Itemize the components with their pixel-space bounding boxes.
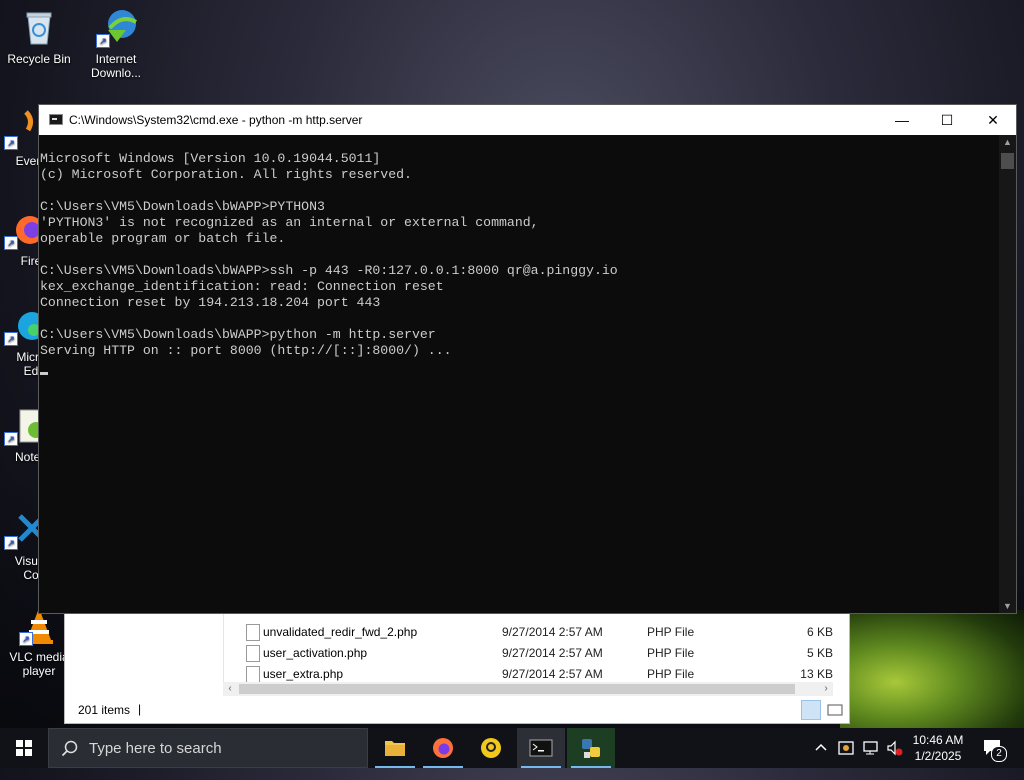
file-type: PHP File bbox=[647, 667, 695, 681]
search-placeholder: Type here to search bbox=[89, 740, 222, 757]
taskbar-app-3[interactable] bbox=[467, 728, 515, 768]
file-type: PHP File bbox=[647, 625, 695, 639]
command-prompt-window[interactable]: C:\Windows\System32\cmd.exe - python -m … bbox=[38, 104, 1017, 614]
file-date: 9/27/2014 2:57 AM bbox=[502, 646, 603, 660]
close-button[interactable]: ✕ bbox=[970, 105, 1016, 135]
file-size: 5 KB bbox=[806, 646, 833, 660]
window-title: C:\Windows\System32\cmd.exe - python -m … bbox=[69, 113, 363, 127]
explorer-navigation-pane[interactable] bbox=[65, 613, 224, 695]
yellow-app-icon bbox=[481, 738, 501, 758]
taskbar-clock[interactable]: 10:46 AM 1/2/2025 bbox=[900, 732, 976, 764]
minimize-button[interactable]: — bbox=[879, 105, 925, 135]
firefox-icon bbox=[433, 738, 453, 758]
scrollbar-thumb[interactable] bbox=[1001, 153, 1014, 169]
file-name: unvalidated_redir_fwd_2.php bbox=[263, 625, 418, 639]
cmd-app-icon bbox=[49, 114, 63, 125]
maximize-button[interactable]: ☐ bbox=[924, 105, 970, 135]
text-cursor bbox=[40, 372, 48, 375]
console-line: Microsoft Windows [Version 10.0.19044.50… bbox=[40, 151, 381, 166]
console-line: Serving HTTP on :: port 8000 (http://[::… bbox=[40, 343, 452, 358]
shortcut-arrow-icon: ↗ bbox=[19, 632, 33, 646]
command-prompt-icon bbox=[529, 739, 553, 757]
file-type: PHP File bbox=[647, 646, 695, 660]
shortcut-arrow-icon: ↗ bbox=[4, 332, 18, 346]
scroll-up-icon[interactable]: ▲ bbox=[999, 137, 1016, 147]
console-line: C:\Users\VM5\Downloads\bWAPP>PYTHON3 bbox=[40, 199, 325, 214]
taskbar-search-box[interactable]: Type here to search bbox=[48, 728, 368, 768]
recycle-bin-icon bbox=[19, 8, 59, 48]
desktop-icon-internet-download-manager[interactable]: ↗ Internet Downlo... bbox=[78, 8, 154, 80]
scroll-left-icon[interactable]: ‹ bbox=[223, 682, 237, 696]
network-icon[interactable] bbox=[862, 739, 880, 779]
shortcut-arrow-icon: ↗ bbox=[4, 432, 18, 446]
console-line: kex_exchange_identification: read: Conne… bbox=[40, 279, 444, 294]
status-separator: | bbox=[138, 702, 142, 716]
file-size: 13 KB bbox=[800, 667, 833, 681]
wallpaper-green-tent bbox=[840, 610, 1024, 730]
internet-download-manager-icon: ↗ bbox=[96, 8, 137, 48]
search-icon bbox=[61, 740, 78, 757]
console-line: C:\Users\VM5\Downloads\bWAPP>python -m h… bbox=[40, 327, 436, 342]
large-icons-view-icon[interactable] bbox=[825, 700, 845, 720]
console-line: 'PYTHON3' is not recognized as an intern… bbox=[40, 215, 539, 230]
console-vertical-scrollbar[interactable]: ▲ ▼ bbox=[999, 135, 1016, 613]
console-cursor-line bbox=[40, 359, 1000, 375]
item-count: 201 items bbox=[78, 703, 131, 717]
clock-time: 10:46 AM bbox=[912, 733, 964, 747]
php-file-icon bbox=[246, 624, 260, 641]
console-line: operable program or batch file. bbox=[40, 231, 286, 246]
desktop-icon-recycle-bin[interactable]: Recycle Bin bbox=[1, 8, 77, 66]
php-file-icon bbox=[246, 666, 260, 683]
file-name: user_activation.php bbox=[263, 646, 368, 660]
windows-logo-icon bbox=[16, 740, 32, 756]
console-line: C:\Users\VM5\Downloads\bWAPP>ssh -p 443 … bbox=[40, 263, 618, 278]
file-date: 9/27/2014 2:57 AM bbox=[502, 625, 603, 639]
taskbar-app-python[interactable] bbox=[567, 728, 615, 768]
details-view-icon[interactable] bbox=[801, 700, 821, 720]
explorer-status-bar: 201 items | bbox=[65, 697, 849, 723]
console-output[interactable]: Microsoft Windows [Version 10.0.19044.50… bbox=[39, 135, 1000, 613]
shortcut-arrow-icon: ↗ bbox=[4, 136, 18, 150]
explorer-horizontal-scrollbar[interactable]: ‹ › bbox=[223, 682, 833, 696]
file-size: 6 KB bbox=[806, 625, 833, 639]
taskbar-app-file-explorer[interactable] bbox=[371, 728, 419, 768]
desktop-icon-label: Recycle Bin bbox=[7, 52, 71, 66]
taskbar-app-firefox[interactable] bbox=[419, 728, 467, 768]
notification-count-badge: 2 bbox=[991, 746, 1007, 762]
console-line: Connection reset by 194.213.18.204 port … bbox=[40, 295, 381, 310]
file-name: user_extra.php bbox=[263, 667, 344, 681]
show-hidden-icons-chevron-icon[interactable] bbox=[814, 740, 828, 780]
folder-icon bbox=[385, 741, 405, 756]
security-shield-icon[interactable] bbox=[837, 739, 855, 779]
file-row[interactable]: unvalidated_redir_fwd_2.php 9/27/2014 2:… bbox=[243, 622, 839, 643]
scrollbar-thumb[interactable] bbox=[239, 684, 795, 694]
taskbar-app-command-prompt[interactable] bbox=[517, 728, 565, 768]
console-line: (c) Microsoft Corporation. All rights re… bbox=[40, 167, 412, 182]
file-explorer-window[interactable]: unvalidated_redir_fwd_2.php 9/27/2014 2:… bbox=[64, 612, 850, 724]
shortcut-arrow-icon: ↗ bbox=[4, 236, 18, 250]
scroll-down-icon[interactable]: ▼ bbox=[999, 601, 1016, 611]
desktop-icon-label: Internet bbox=[95, 52, 137, 66]
shortcut-arrow-icon: ↗ bbox=[4, 536, 18, 550]
python-icon bbox=[582, 739, 600, 758]
clock-date: 1/2/2025 bbox=[914, 749, 962, 763]
file-row[interactable]: user_activation.php 9/27/2014 2:57 AM PH… bbox=[243, 643, 839, 664]
scroll-right-icon[interactable]: › bbox=[819, 682, 833, 696]
action-center-button[interactable]: 2 bbox=[982, 738, 1008, 762]
desktop-icon-label-2: Downlo... bbox=[90, 66, 142, 80]
start-button[interactable] bbox=[0, 728, 48, 768]
window-title-bar[interactable]: C:\Windows\System32\cmd.exe - python -m … bbox=[39, 105, 1016, 135]
shortcut-arrow-icon: ↗ bbox=[96, 34, 110, 48]
taskbar: Type here to search 10:46 AM 1/2/2025 2 bbox=[0, 728, 1024, 768]
file-date: 9/27/2014 2:57 AM bbox=[502, 667, 603, 681]
php-file-icon bbox=[246, 645, 260, 662]
